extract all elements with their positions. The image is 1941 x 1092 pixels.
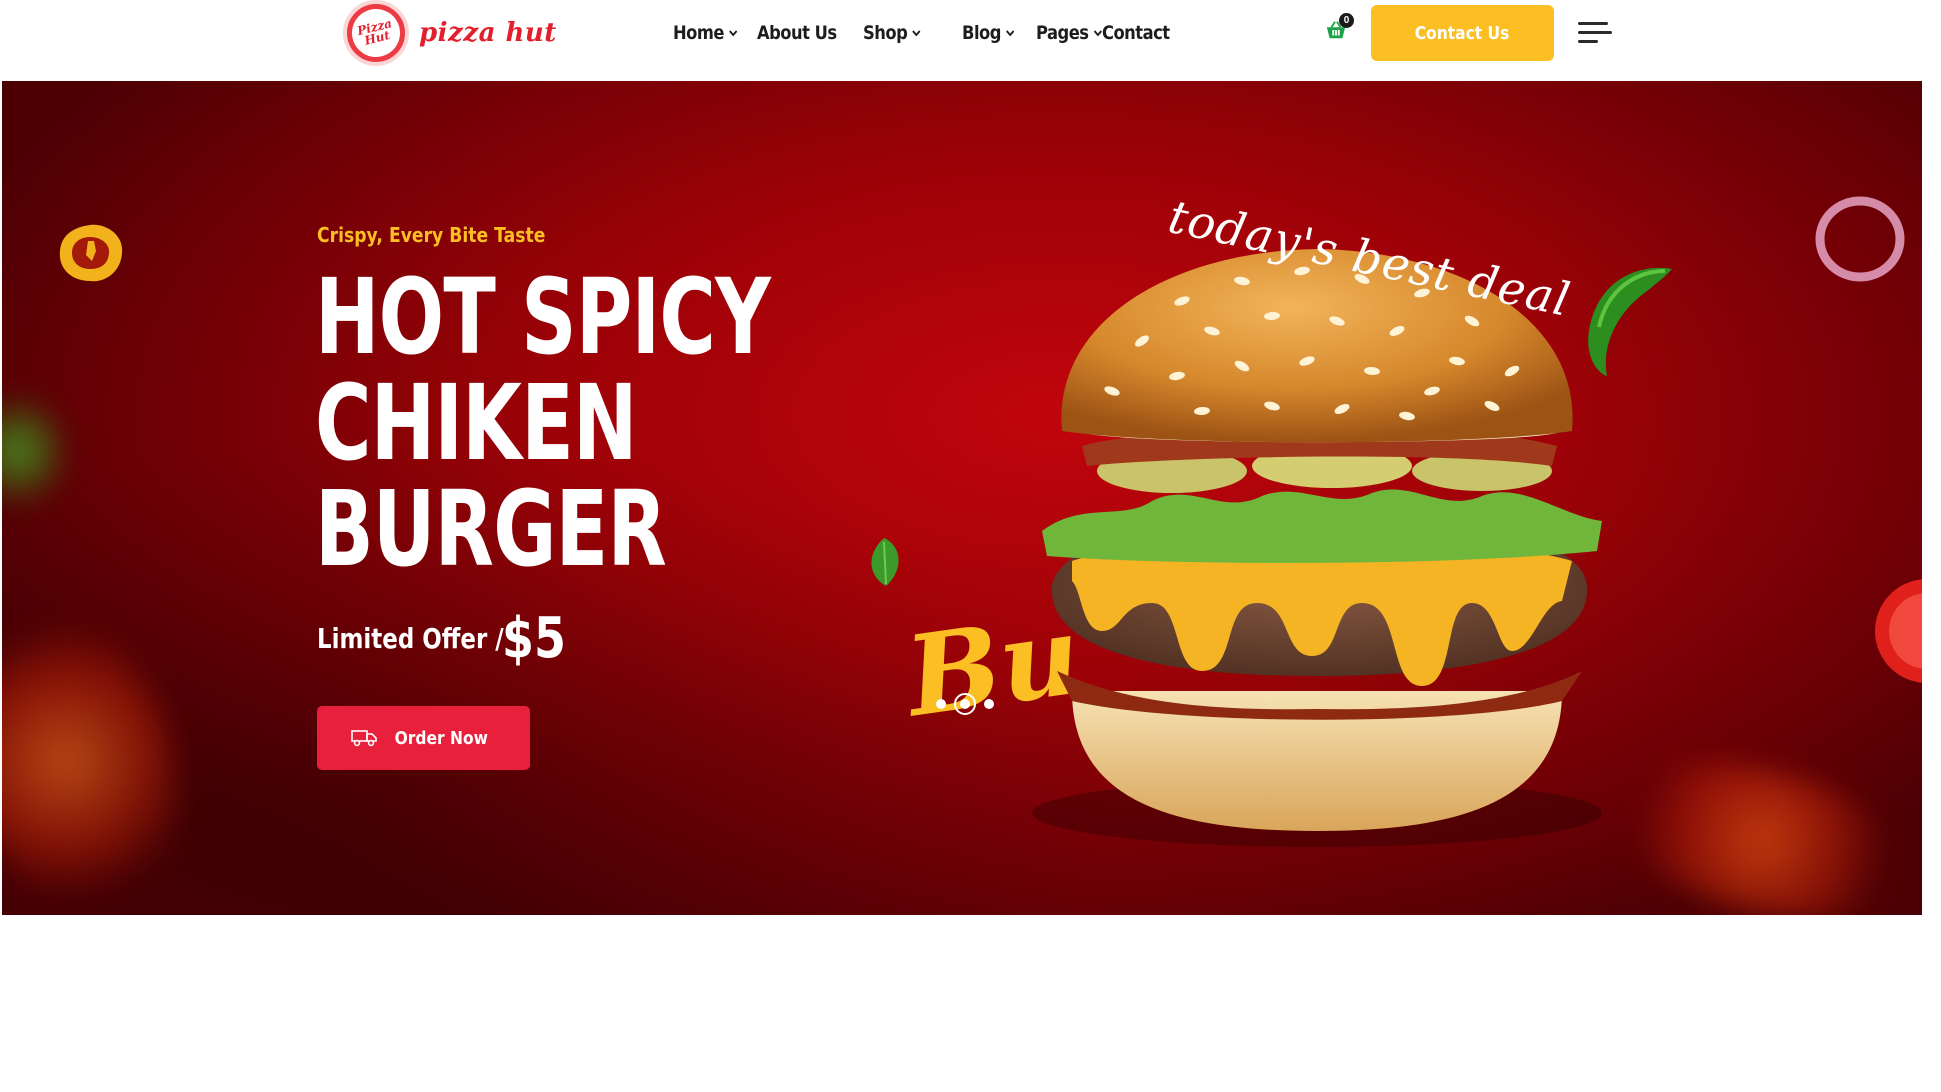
site-header: Pizza Hut pizza hut Home About Us Shop B… <box>0 0 1924 81</box>
slider-dot-2-active[interactable] <box>954 693 976 715</box>
contact-us-label: Contact Us <box>1415 22 1510 44</box>
nav-item-contact[interactable]: Contact <box>1102 18 1170 48</box>
nav-item-label: Pages <box>1036 22 1089 44</box>
logo-badge-icon: Pizza Hut <box>343 0 409 66</box>
brand-name: pizza hut <box>419 18 557 48</box>
order-now-label: Order Now <box>394 727 489 749</box>
delivery-truck-icon <box>351 730 378 747</box>
nav-item-shop[interactable]: Shop <box>863 18 921 48</box>
offer-row: Limited Offer / $5 <box>317 603 580 673</box>
flame-left-decoration <box>2 574 221 915</box>
hero-headline-line: BURGER <box>315 468 667 590</box>
tomato-slice-icon <box>1875 579 1922 683</box>
slider-pagination <box>936 692 994 716</box>
chevron-down-icon <box>729 28 738 38</box>
hero-headline-line: CHIKEN <box>315 362 637 484</box>
cart-count-badge: 0 <box>1339 13 1354 28</box>
hero-eyebrow: Crispy, Every Bite Taste <box>317 223 546 247</box>
chevron-down-icon <box>1093 28 1103 38</box>
chevron-down-icon <box>912 28 921 38</box>
nav-item-label: Blog <box>962 22 1001 44</box>
leaf-left-decoration <box>2 391 62 511</box>
nav-item-label: Contact <box>1102 22 1170 44</box>
hero-headline-line: HOT SPICY <box>315 256 771 378</box>
pepper-slice-icon <box>59 224 123 282</box>
brand-logo[interactable]: Pizza Hut pizza hut <box>343 0 557 66</box>
contact-us-button[interactable]: Contact Us <box>1371 5 1554 61</box>
logo-badge-text: Pizza Hut <box>346 3 406 63</box>
basil-leaf-icon <box>871 538 899 586</box>
hero-slider: Crispy, Every Bite Taste HOT SPICY CHIKE… <box>2 81 1922 915</box>
nav-item-about-us[interactable]: About Us <box>757 18 837 48</box>
page: Pizza Hut pizza hut Home About Us Shop B… <box>0 0 1941 1092</box>
offer-price: $5 <box>502 605 566 671</box>
chevron-down-icon <box>1006 28 1015 38</box>
nav-item-home[interactable]: Home <box>673 18 738 48</box>
onion-ring-icon <box>1815 196 1905 282</box>
slider-dot-3[interactable] <box>984 699 994 709</box>
nav-item-label: Home <box>673 22 724 44</box>
content-below-hero <box>0 915 1941 1092</box>
nav-item-pages[interactable]: Pages <box>1036 18 1103 48</box>
offer-label: Limited Offer / <box>317 621 504 655</box>
slider-dot-1[interactable] <box>936 699 946 709</box>
burger-image <box>1032 249 1602 847</box>
hero-headline: HOT SPICY CHIKEN BURGER <box>315 256 771 590</box>
flame-right-decoration <box>1589 731 1922 915</box>
nav-item-label: Shop <box>863 22 908 44</box>
order-now-button[interactable]: Order Now <box>317 706 530 770</box>
nav-item-label: About Us <box>757 22 837 44</box>
cart-button[interactable]: 0 <box>1325 13 1354 43</box>
nav-item-blog[interactable]: Blog <box>962 18 1015 48</box>
hamburger-icon[interactable] <box>1578 22 1612 44</box>
